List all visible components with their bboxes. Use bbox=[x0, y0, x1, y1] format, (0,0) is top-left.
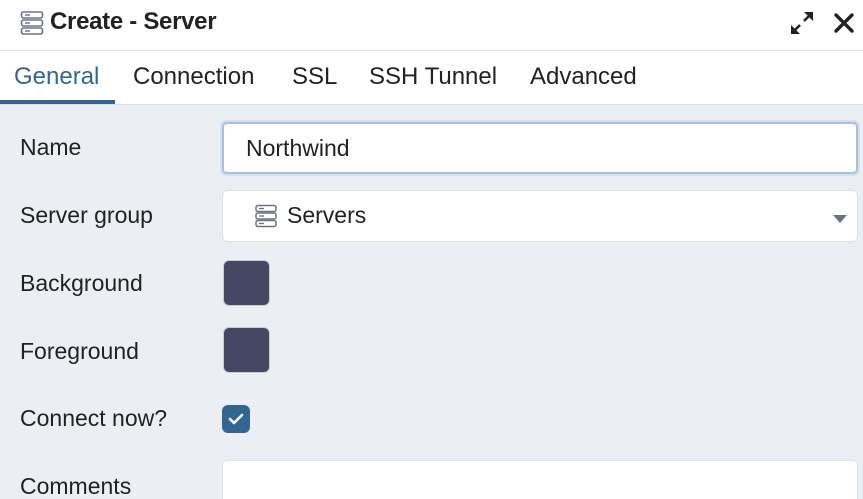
tab-connection[interactable]: Connection bbox=[133, 63, 254, 91]
tab-bar: General Connection SSL SSH Tunnel Advanc… bbox=[0, 51, 863, 105]
maximize-arrows-icon[interactable] bbox=[789, 10, 815, 36]
foreground-label: Foreground bbox=[20, 338, 139, 364]
comments-label: Comments bbox=[20, 473, 132, 499]
foreground-color-picker[interactable] bbox=[223, 327, 270, 373]
tab-general[interactable]: General bbox=[14, 63, 99, 91]
dialog-title: Create - Server bbox=[50, 8, 217, 35]
chevron-down-icon[interactable] bbox=[833, 211, 847, 223]
name-label: Name bbox=[20, 134, 82, 160]
dialog-titlebar[interactable]: Create - Server bbox=[0, 0, 863, 51]
server-group-select[interactable]: Servers bbox=[222, 190, 858, 242]
background-label: Background bbox=[20, 270, 143, 296]
active-tab-indicator bbox=[0, 100, 115, 104]
server-icon bbox=[20, 10, 44, 36]
checkmark-icon bbox=[228, 413, 244, 425]
tab-ssl[interactable]: SSL bbox=[292, 63, 337, 91]
general-form-panel: Name Northwind Server group Servers Back… bbox=[0, 105, 863, 499]
connect-now-checkbox[interactable] bbox=[222, 405, 250, 433]
close-icon[interactable] bbox=[832, 10, 856, 36]
background-color-picker[interactable] bbox=[223, 260, 270, 306]
server-group-value: Servers bbox=[287, 202, 367, 228]
server-group-label: Server group bbox=[20, 202, 153, 228]
server-group-icon bbox=[255, 204, 277, 228]
name-input[interactable]: Northwind bbox=[222, 122, 858, 174]
create-server-dialog: Create - Server General Connection SSL S… bbox=[0, 0, 863, 499]
tab-ssh-tunnel[interactable]: SSH Tunnel bbox=[369, 63, 497, 91]
connect-now-label: Connect now? bbox=[20, 405, 168, 431]
tab-advanced[interactable]: Advanced bbox=[530, 63, 637, 91]
comments-textarea[interactable] bbox=[222, 460, 858, 499]
